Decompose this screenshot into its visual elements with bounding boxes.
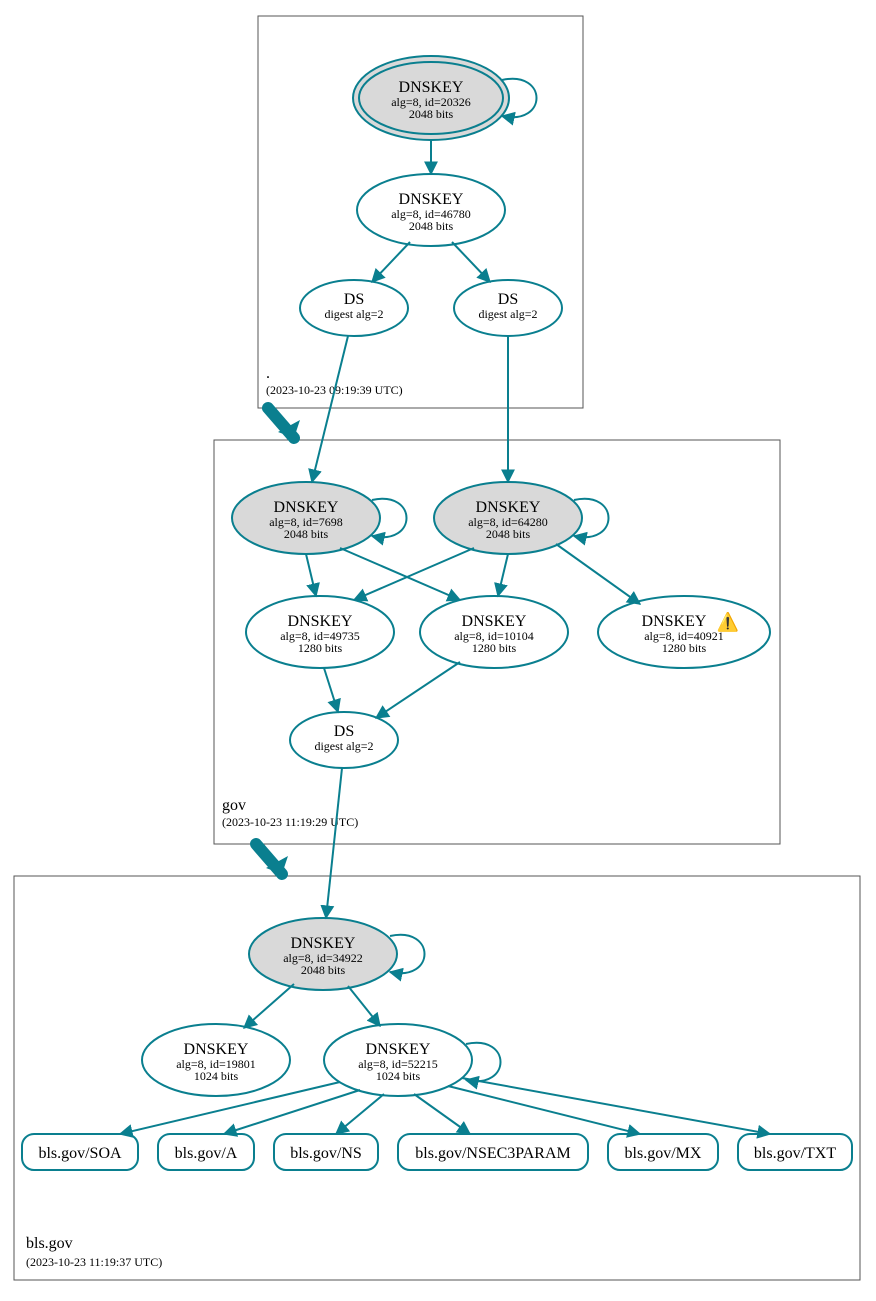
svg-text:DNSKEY: DNSKEY xyxy=(274,499,339,516)
node-gov-zsk1: DNSKEY alg=8, id=49735 1280 bits xyxy=(246,596,394,668)
zone-bls-time: (2023-10-23 11:19:37 UTC) xyxy=(26,1255,162,1269)
svg-text:DNSKEY: DNSKEY xyxy=(476,499,541,516)
edge-root-zsk-ds2 xyxy=(452,242,490,282)
node-gov-ksk2: DNSKEY alg=8, id=64280 2048 bits xyxy=(434,482,582,554)
edge-govzsk2-ds xyxy=(376,662,460,718)
edge-root-zsk-ds1 xyxy=(372,242,410,282)
svg-text:DNSKEY: DNSKEY xyxy=(399,191,464,208)
svg-text:2048 bits: 2048 bits xyxy=(301,963,346,977)
svg-text:bls.gov/A: bls.gov/A xyxy=(175,1145,238,1162)
svg-text:2048 bits: 2048 bits xyxy=(409,107,454,121)
svg-text:2048 bits: 2048 bits xyxy=(486,527,531,541)
svg-text:1024 bits: 1024 bits xyxy=(194,1069,239,1083)
svg-text:DNSKEY: DNSKEY xyxy=(366,1041,431,1058)
svg-text:DNSKEY: DNSKEY xyxy=(642,613,707,630)
edge-govksk2-zsk2 xyxy=(498,554,508,596)
rr-a: bls.gov/A xyxy=(158,1134,254,1170)
svg-text:bls.gov/NSEC3PARAM: bls.gov/NSEC3PARAM xyxy=(415,1145,570,1162)
svg-text:DS: DS xyxy=(334,723,354,740)
svg-text:bls.gov/SOA: bls.gov/SOA xyxy=(38,1145,122,1162)
rr-mx: bls.gov/MX xyxy=(608,1134,718,1170)
svg-text:DNSKEY: DNSKEY xyxy=(399,79,464,96)
svg-text:2048 bits: 2048 bits xyxy=(284,527,329,541)
zone-gov-time: (2023-10-23 11:19:29 UTC) xyxy=(222,815,358,829)
zone-gov-label: gov xyxy=(222,797,246,814)
edge-blsksk-zsk2 xyxy=(348,986,380,1026)
node-gov-ksk1: DNSKEY alg=8, id=7698 2048 bits xyxy=(232,482,380,554)
node-bls-zsk2: DNSKEY alg=8, id=52215 1024 bits xyxy=(324,1024,472,1096)
svg-text:digest alg=2: digest alg=2 xyxy=(478,307,537,321)
node-root-zsk: DNSKEY alg=8, id=46780 2048 bits xyxy=(357,174,505,246)
node-gov-zsk3: DNSKEY ⚠️ alg=8, id=40921 1280 bits xyxy=(598,596,770,668)
svg-text:1280 bits: 1280 bits xyxy=(298,641,343,655)
svg-text:1280 bits: 1280 bits xyxy=(662,641,707,655)
svg-text:2048 bits: 2048 bits xyxy=(409,219,454,233)
edge-zsk2-ns xyxy=(336,1094,384,1134)
svg-text:DNSKEY: DNSKEY xyxy=(291,935,356,952)
edge-zsk2-txt xyxy=(462,1078,770,1134)
rr-nsec3: bls.gov/NSEC3PARAM xyxy=(398,1134,588,1170)
node-gov-ds: DS digest alg=2 xyxy=(290,712,398,768)
node-bls-ksk: DNSKEY alg=8, id=34922 2048 bits xyxy=(249,918,397,990)
node-root-ds2: DS digest alg=2 xyxy=(454,280,562,336)
node-bls-zsk1: DNSKEY alg=8, id=19801 1024 bits xyxy=(142,1024,290,1096)
node-gov-zsk2: DNSKEY alg=8, id=10104 1280 bits xyxy=(420,596,568,668)
node-root-ksk: DNSKEY alg=8, id=20326 2048 bits xyxy=(353,56,509,140)
edge-govksk1-zsk1 xyxy=(306,554,316,596)
edge-blsksk-zsk1 xyxy=(244,984,294,1028)
edge-govzsk1-ds xyxy=(324,668,338,712)
zone-root-label: . xyxy=(266,365,270,382)
svg-text:digest alg=2: digest alg=2 xyxy=(314,739,373,753)
svg-text:digest alg=2: digest alg=2 xyxy=(324,307,383,321)
edge-zsk2-nsec3 xyxy=(414,1094,470,1134)
rr-ns: bls.gov/NS xyxy=(274,1134,378,1170)
svg-text:1024 bits: 1024 bits xyxy=(376,1069,421,1083)
svg-text:DNSKEY: DNSKEY xyxy=(184,1041,249,1058)
svg-text:DS: DS xyxy=(344,291,364,308)
rr-txt: bls.gov/TXT xyxy=(738,1134,852,1170)
svg-text:bls.gov/TXT: bls.gov/TXT xyxy=(754,1145,836,1162)
node-root-ds1: DS digest alg=2 xyxy=(300,280,408,336)
dnssec-graph: . (2023-10-23 09:19:39 UTC) DNSKEY alg=8… xyxy=(0,0,876,1301)
svg-text:DNSKEY: DNSKEY xyxy=(462,613,527,630)
svg-text:1280 bits: 1280 bits xyxy=(472,641,517,655)
edge-zsk2-a xyxy=(224,1090,360,1134)
edge-govksk1-zsk2 xyxy=(340,548,460,600)
edge-ds1-govksk1 xyxy=(312,336,348,482)
edge-govksk2-zsk1 xyxy=(354,548,474,600)
svg-text:bls.gov/NS: bls.gov/NS xyxy=(290,1145,362,1162)
zone-bls-label: bls.gov xyxy=(26,1235,73,1252)
edge-govksk2-zsk3 xyxy=(556,544,640,604)
rr-soa: bls.gov/SOA xyxy=(22,1134,138,1170)
svg-text:bls.gov/MX: bls.gov/MX xyxy=(625,1145,702,1162)
edge-govds-blsksk xyxy=(326,768,342,918)
svg-text:DS: DS xyxy=(498,291,518,308)
svg-text:DNSKEY: DNSKEY xyxy=(288,613,353,630)
